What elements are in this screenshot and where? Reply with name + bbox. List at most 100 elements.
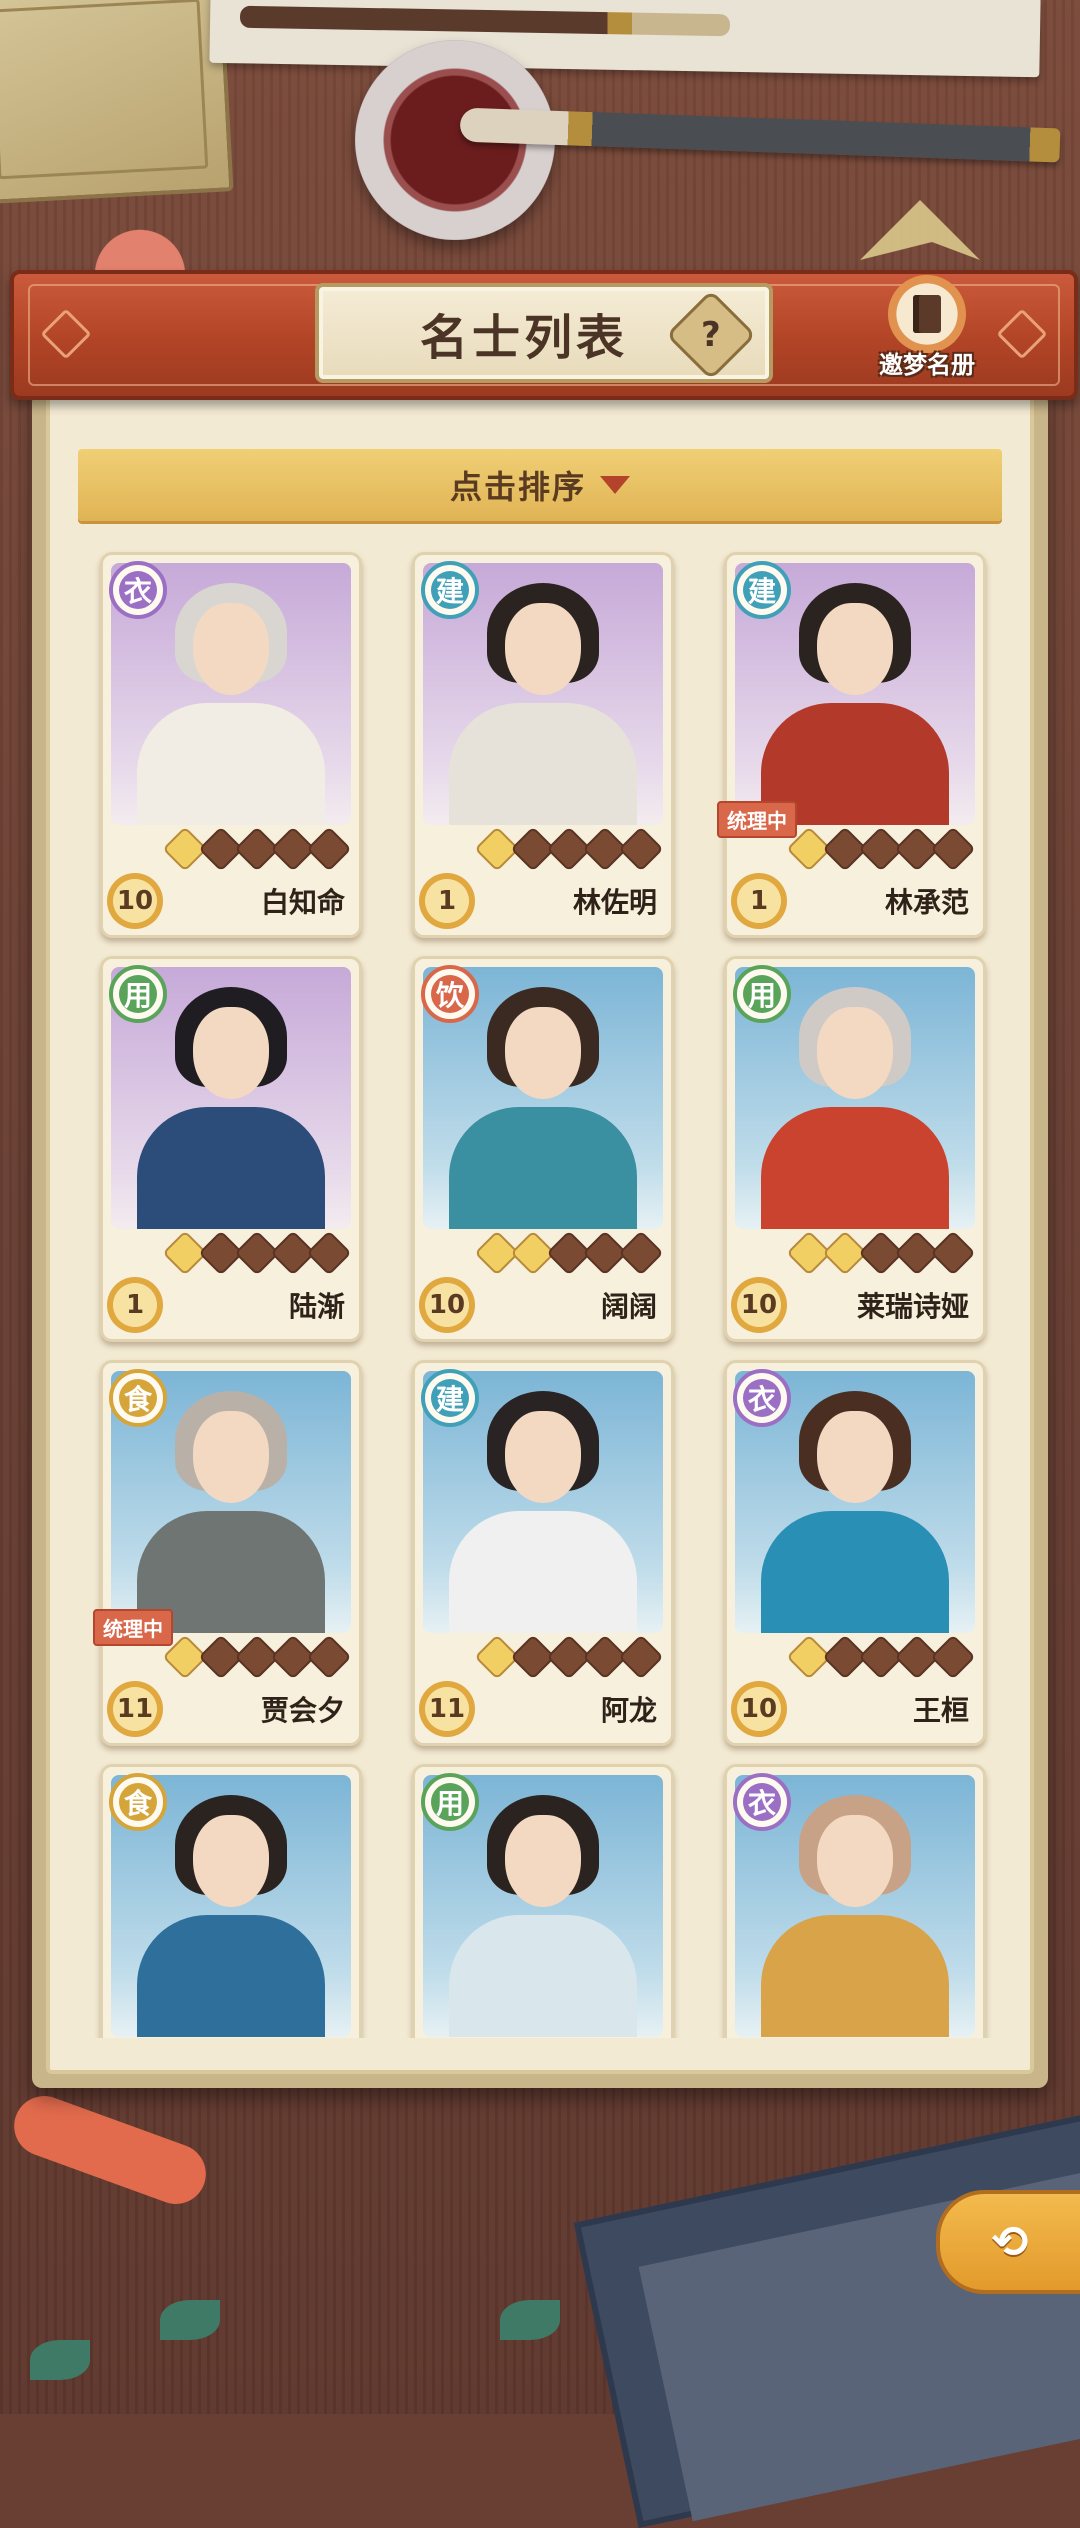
character-name: 陆渐: [288, 1290, 345, 1323]
character-name: 阿龙: [600, 1694, 657, 1727]
star-rating: [162, 826, 352, 872]
character-card[interactable]: 用: [412, 1764, 674, 2038]
title-plate: 名士列表 ?: [315, 283, 773, 383]
character-name: 白知命: [260, 886, 345, 919]
star-icon: [930, 1634, 976, 1680]
class-label: 饮: [431, 975, 469, 1013]
star-icon: [306, 1634, 352, 1680]
class-badge: 建: [421, 561, 479, 619]
star-icon: [306, 1230, 352, 1276]
star-icon: [618, 826, 664, 872]
class-badge: 用: [421, 1773, 479, 1831]
class-label: 衣: [119, 571, 157, 609]
class-label: 建: [431, 1379, 469, 1417]
class-label: 建: [431, 571, 469, 609]
level-badge: 10: [419, 1277, 475, 1333]
level-badge: 10: [731, 1277, 787, 1333]
leaf-decoration: [160, 2300, 220, 2340]
portrait-figure: [505, 603, 581, 695]
character-name: 林佐明: [572, 886, 657, 919]
level-badge: 1: [731, 873, 787, 929]
book-icon: [888, 275, 966, 353]
portrait-figure: [193, 603, 269, 695]
help-button[interactable]: ?: [665, 289, 757, 381]
character-card[interactable]: 食: [100, 1764, 362, 2038]
sort-button[interactable]: 点击排序: [78, 449, 1002, 521]
dream-roster-label: 邀梦名册: [879, 351, 975, 379]
class-label: 食: [119, 1379, 157, 1417]
flower-decoration: [85, 215, 195, 275]
class-badge: 衣: [733, 1369, 791, 1427]
level-badge: 11: [419, 1681, 475, 1737]
question-icon: ?: [701, 314, 721, 355]
leaf-decoration: [30, 2340, 90, 2380]
level-badge: 10: [731, 1681, 787, 1737]
status-badge: 统理中: [717, 801, 797, 838]
class-badge: 食: [109, 1773, 167, 1831]
character-name: 阔阔: [600, 1290, 657, 1323]
star-icon: [930, 1230, 976, 1276]
class-badge: 建: [733, 561, 791, 619]
class-badge: 食: [109, 1369, 167, 1427]
star-rating: [162, 1230, 352, 1276]
leaf-decoration: [500, 2300, 560, 2340]
portrait-figure: [505, 1815, 581, 1907]
class-label: 衣: [743, 1783, 781, 1821]
star-icon: [618, 1230, 664, 1276]
character-card[interactable]: 食统理中 11 贾会夕: [93, 1360, 362, 1746]
star-icon: [930, 826, 976, 872]
portrait-figure: [817, 1007, 893, 1099]
character-name: 王桓: [912, 1694, 969, 1727]
class-badge: 用: [109, 965, 167, 1023]
portrait-figure: [817, 603, 893, 695]
level-badge: 1: [419, 873, 475, 929]
portrait-figure: [193, 1007, 269, 1099]
star-rating: [786, 826, 976, 872]
character-card[interactable]: 衣 10 王桓: [724, 1360, 986, 1746]
character-name: 莱瑞诗娅: [856, 1290, 969, 1323]
character-card[interactable]: 衣 10 白知命: [100, 552, 362, 938]
portrait-figure: [817, 1815, 893, 1907]
ornament-icon: [40, 308, 92, 360]
portrait-figure: [761, 1511, 949, 1633]
class-badge: 衣: [733, 1773, 791, 1831]
character-grid: 衣 10 白知命建 1 林佐明建统理中 1 林承范用 1 陆渐饮 10 阔阔用 10 莱瑞诗娅食统理中 1…: [60, 540, 1020, 2038]
ornament-icon: [996, 308, 1048, 360]
back-button[interactable]: ⟲: [936, 2190, 1080, 2294]
portrait-figure: [449, 1915, 637, 2037]
character-card[interactable]: 建 1 林佐明: [412, 552, 674, 938]
portrait-figure: [193, 1815, 269, 1907]
character-card[interactable]: 用 1 陆渐: [100, 956, 362, 1342]
back-arrow-icon: ⟲: [991, 2216, 1029, 2268]
level-badge: 11: [107, 1681, 163, 1737]
class-badge: 饮: [421, 965, 479, 1023]
star-rating: [474, 826, 664, 872]
dream-roster-button[interactable]: 邀梦名册: [872, 275, 982, 385]
status-badge: 统理中: [93, 1609, 173, 1646]
class-label: 用: [743, 975, 781, 1013]
level-badge: 1: [107, 1277, 163, 1333]
star-rating: [786, 1634, 976, 1680]
level-badge: 10: [107, 873, 163, 929]
portrait-figure: [761, 1915, 949, 2037]
star-rating: [474, 1634, 664, 1680]
class-label: 用: [119, 975, 157, 1013]
class-badge: 衣: [109, 561, 167, 619]
page-title: 名士列表: [419, 310, 628, 366]
character-card[interactable]: 建统理中 1 林承范: [717, 552, 986, 938]
star-rating: [162, 1634, 352, 1680]
class-label: 用: [431, 1783, 469, 1821]
character-card[interactable]: 用 10 莱瑞诗娅: [724, 956, 986, 1342]
star-rating: [786, 1230, 976, 1276]
character-name: 贾会夕: [260, 1694, 345, 1727]
portrait-figure: [193, 1411, 269, 1503]
character-card[interactable]: 建 11 阿龙: [412, 1360, 674, 1746]
portrait-figure: [449, 1511, 637, 1633]
portrait-figure: [137, 1107, 325, 1229]
character-card[interactable]: 饮 10 阔阔: [412, 956, 674, 1342]
portrait-figure: [137, 1915, 325, 2037]
class-label: 食: [119, 1783, 157, 1821]
character-card[interactable]: 衣: [724, 1764, 986, 2038]
star-icon: [306, 826, 352, 872]
portrait-figure: [449, 703, 637, 825]
